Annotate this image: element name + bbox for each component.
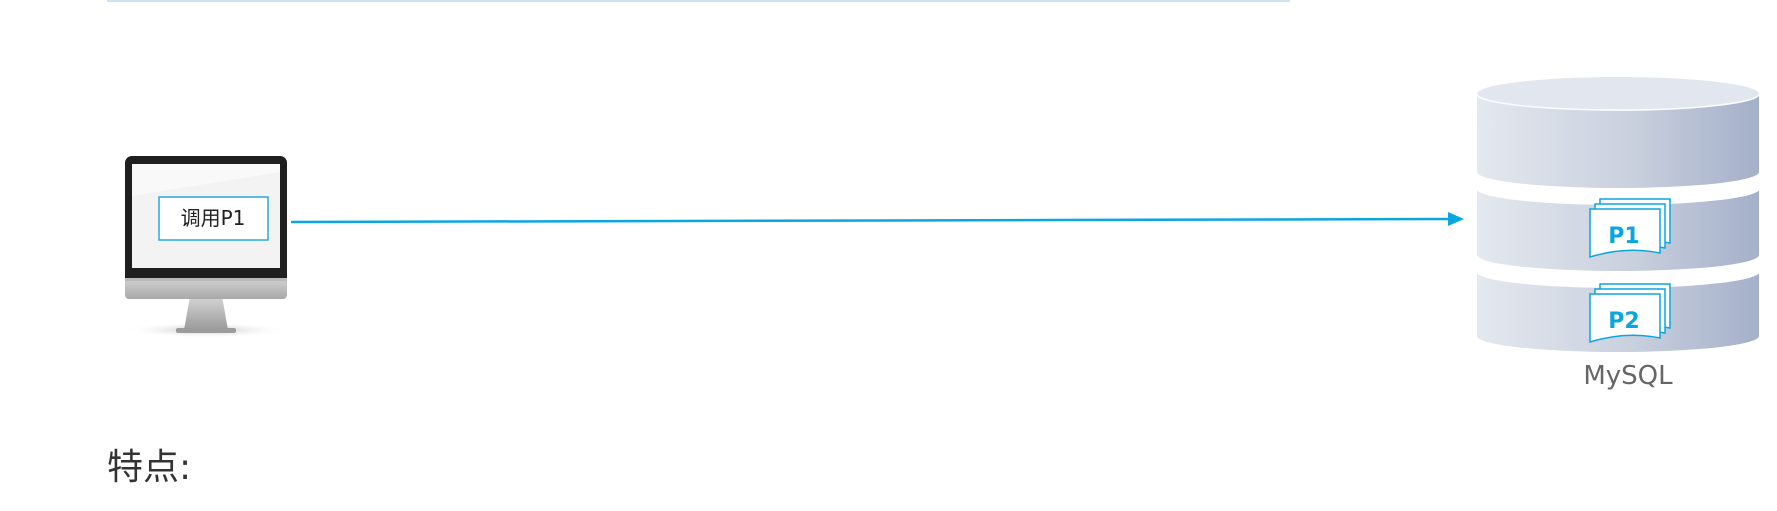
arrow-head-icon (1448, 212, 1464, 226)
monitor-icon (124, 156, 288, 338)
procedure-p2-label: P2 (1608, 309, 1639, 334)
mysql-database: P1 P2 MySQL (1476, 77, 1760, 391)
features-heading: 特点: (107, 447, 192, 488)
database-name-label: MySQL (1583, 361, 1673, 391)
client-computer: 调用P1 (124, 156, 288, 338)
procedure-p2-icon: P2 (1589, 283, 1671, 344)
procedure-p1-icon: P1 (1589, 198, 1671, 259)
procedure-p1-label: P1 (1608, 224, 1639, 249)
call-p1-button[interactable]: 调用P1 (158, 196, 269, 241)
call-p1-label: 调用P1 (181, 206, 246, 230)
stored-procedure-call-diagram: 调用P1 P1 P2 MySQL (124, 77, 1760, 391)
call-arrow (290, 212, 1464, 226)
